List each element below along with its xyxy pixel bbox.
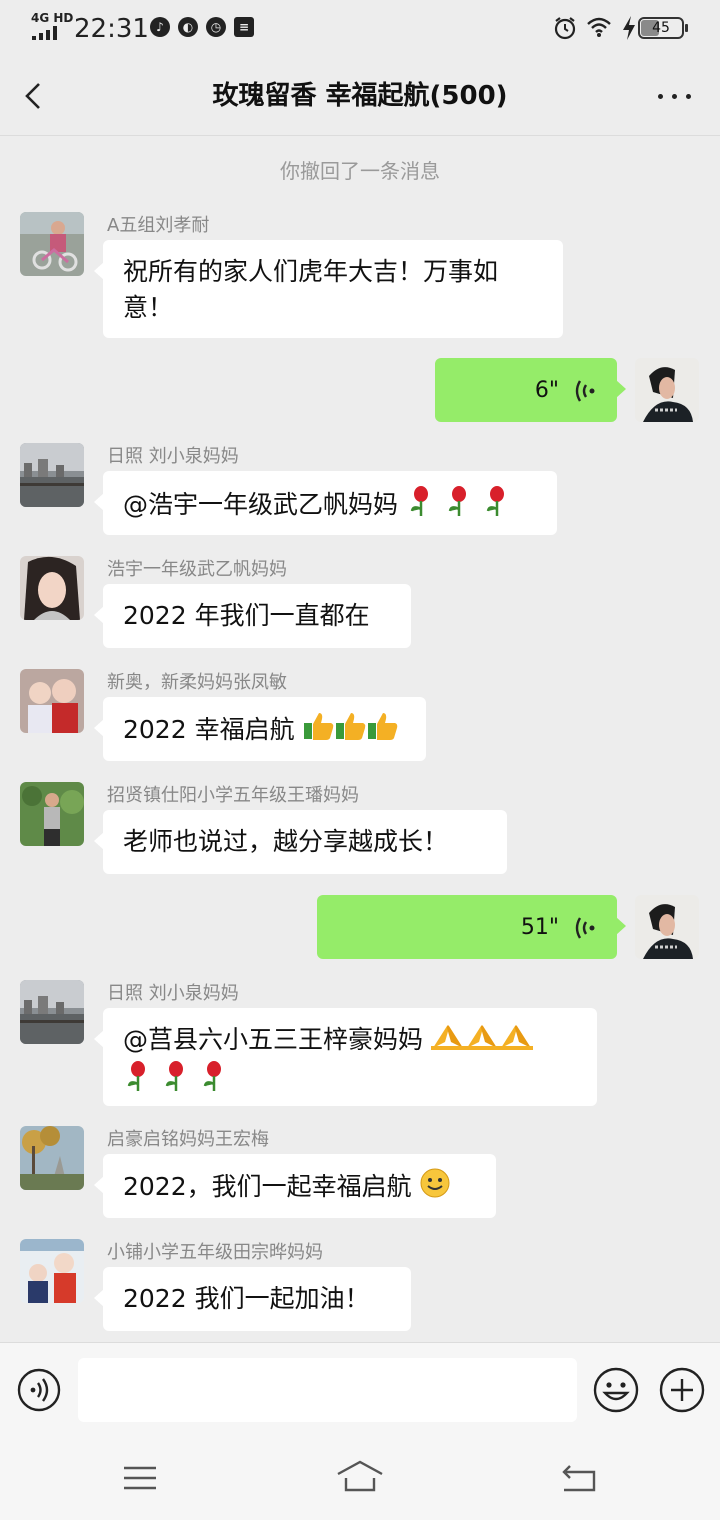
message-bubble[interactable]: @莒县六小五三王梓豪妈妈 xyxy=(94,1008,597,1106)
praying-hands-icon xyxy=(498,1022,533,1060)
battery-icon: 45 xyxy=(638,17,684,39)
alarm-notification-icon: ◷ xyxy=(206,17,226,37)
message-bubble[interactable]: 祝所有的家人们虎年大吉！万事如 意！ xyxy=(94,240,563,338)
rose-icon xyxy=(123,1060,153,1102)
sender-name: 日照 刘小泉妈妈 xyxy=(107,446,239,467)
message-input[interactable] xyxy=(78,1358,577,1422)
message-bubble[interactable]: 2022 幸福启航 xyxy=(94,697,426,761)
chat-messages[interactable]: 你撤回了一条消息 A五组刘孝耐 祝所有的家人们虎年大吉！万事如 意！ 6" 日照… xyxy=(0,137,720,1342)
message-bubble[interactable]: 2022，我们一起幸福启航 xyxy=(94,1154,496,1218)
avatar[interactable] xyxy=(20,556,84,620)
menu-icon[interactable] xyxy=(122,1456,158,1500)
status-bar: 4G HD 22:31 ♪ ◐ ◷ ≡ 45 xyxy=(0,0,720,58)
message-text: @莒县六小五三王梓豪妈妈 xyxy=(123,1025,431,1054)
signal-icon xyxy=(32,26,57,40)
sender-name: 浩宇一年级武乙帆妈妈 xyxy=(107,559,287,580)
plus-icon[interactable] xyxy=(659,1367,705,1413)
network-type: 4G HD xyxy=(31,11,74,25)
thumbs-up-icon xyxy=(367,711,399,751)
message-text: 2022，我们一起幸福启航 xyxy=(123,1172,412,1201)
message-bubble[interactable]: 2022 年我们一直都在 xyxy=(94,584,411,648)
app-notification-icon: ◐ xyxy=(178,17,198,37)
clock: 22:31 xyxy=(74,14,149,44)
avatar[interactable] xyxy=(20,1239,84,1303)
voice-message[interactable]: 51" xyxy=(317,895,626,959)
voice-duration: 51" xyxy=(520,915,560,940)
emoji-icon[interactable] xyxy=(593,1367,639,1413)
avatar[interactable] xyxy=(20,443,84,507)
avatar[interactable] xyxy=(20,669,84,733)
rose-icon xyxy=(199,1060,229,1102)
home-icon[interactable] xyxy=(336,1456,384,1500)
sender-name: 新奥，新柔妈妈张凤敏 xyxy=(107,672,287,693)
sender-name: 小铺小学五年级田宗晔妈妈 xyxy=(107,1242,323,1263)
music-notification-icon: ♪ xyxy=(150,17,170,37)
chat-title: 玫瑰留香 幸福起航(500) xyxy=(212,81,508,111)
chat-header: 玫瑰留香 幸福起航(500) xyxy=(0,58,720,136)
input-bar xyxy=(0,1342,720,1436)
system-message: 你撤回了一条消息 xyxy=(280,159,440,183)
message-text: 2022 我们一起加油！ xyxy=(123,1284,370,1313)
sender-name: 日照 刘小泉妈妈 xyxy=(107,983,239,1004)
message-text: 意！ xyxy=(123,293,174,322)
system-nav-bar xyxy=(0,1436,720,1520)
praying-hands-icon xyxy=(464,1022,499,1060)
message-text: 祝所有的家人们虎年大吉！万事如 xyxy=(123,257,499,286)
sender-name: 招贤镇仕阳小学五年级王璠妈妈 xyxy=(107,785,359,806)
message-bubble[interactable]: 2022 我们一起加油！ xyxy=(94,1267,411,1331)
praying-hands-icon xyxy=(430,1022,465,1060)
charging-icon xyxy=(623,16,635,40)
rose-icon xyxy=(444,485,474,527)
battery-level: 45 xyxy=(652,20,670,36)
message-text: 老师也说过，越分享越成长！ xyxy=(123,827,449,856)
alarm-icon xyxy=(554,17,576,40)
voice-wave-icon xyxy=(575,917,595,939)
avatar[interactable] xyxy=(20,212,84,276)
self-avatar[interactable] xyxy=(635,895,699,959)
sender-name: 启豪启铭妈妈王宏梅 xyxy=(107,1129,269,1150)
avatar[interactable] xyxy=(20,1126,84,1190)
avatar[interactable] xyxy=(20,980,84,1044)
self-avatar[interactable] xyxy=(635,358,699,422)
avatar[interactable] xyxy=(20,782,84,846)
thumbs-up-icon xyxy=(303,711,335,751)
battery-tip xyxy=(685,24,688,32)
message-bubble[interactable]: @浩宇一年级武乙帆妈妈 xyxy=(94,471,557,535)
voice-message[interactable]: 6" xyxy=(435,358,626,422)
rose-icon xyxy=(406,485,436,527)
smile-emoji-icon xyxy=(420,1168,450,1208)
message-text: 2022 年我们一直都在 xyxy=(123,601,370,630)
message-text: 2022 幸福启航 xyxy=(123,715,295,744)
voice-input-icon[interactable] xyxy=(17,1368,61,1412)
voice-wave-icon xyxy=(575,380,595,402)
storage-notification-icon: ≡ xyxy=(234,17,254,37)
rose-icon xyxy=(482,485,512,527)
wifi-icon xyxy=(587,17,611,37)
rose-icon xyxy=(161,1060,191,1102)
thumbs-up-icon xyxy=(335,711,367,751)
back-icon[interactable] xyxy=(560,1456,600,1500)
more-dots-icon[interactable] xyxy=(652,78,696,114)
voice-duration: 6" xyxy=(534,378,560,403)
sender-name: A五组刘孝耐 xyxy=(107,215,210,236)
message-bubble[interactable]: 老师也说过，越分享越成长！ xyxy=(94,810,507,874)
message-text: @浩宇一年级武乙帆妈妈 xyxy=(123,490,406,519)
